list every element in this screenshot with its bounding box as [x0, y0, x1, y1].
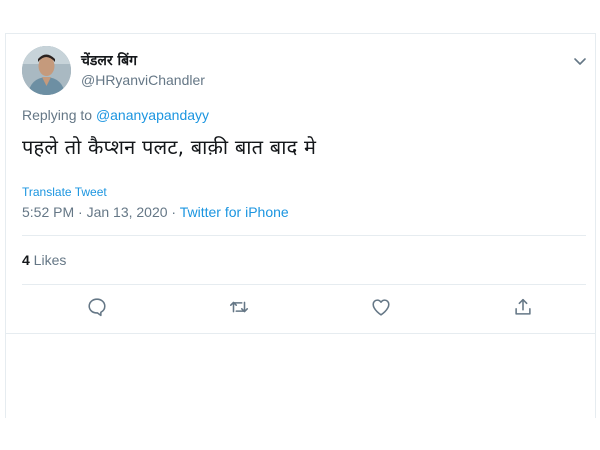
heart-icon[interactable]: [370, 296, 394, 320]
reply-prefix: Replying to: [22, 107, 96, 123]
reply-context: Replying to @ananyapandayy: [22, 107, 209, 123]
reply-to-link[interactable]: @ananyapandayy: [96, 107, 209, 123]
username[interactable]: @HRyanviChandler: [81, 72, 205, 88]
timestamp[interactable]: 5:52 PM · Jan 13, 2020 ·: [22, 204, 180, 220]
avatar-image: [22, 46, 71, 95]
divider: [6, 333, 595, 334]
tweet-metadata: 5:52 PM · Jan 13, 2020 · Twitter for iPh…: [22, 204, 289, 220]
avatar[interactable]: [22, 46, 71, 95]
display-name[interactable]: चेंडलर बिंग: [81, 51, 137, 70]
likes-number: 4: [22, 252, 30, 268]
divider: [22, 235, 586, 236]
source-link[interactable]: Twitter for iPhone: [180, 204, 289, 220]
action-bar: [22, 296, 586, 326]
chevron-down-icon[interactable]: [571, 52, 589, 70]
translate-tweet-link[interactable]: Translate Tweet: [22, 185, 107, 199]
tweet-card: चेंडलर बिंग @HRyanviChandler Replying to…: [5, 33, 596, 418]
likes-count[interactable]: 4 Likes: [22, 252, 66, 268]
tweet-text: पहले तो कैप्शन पलट, बाक़ी बात बाद मे: [22, 135, 317, 159]
reply-icon[interactable]: [86, 296, 110, 320]
divider: [22, 284, 586, 285]
retweet-icon[interactable]: [228, 296, 252, 320]
share-icon[interactable]: [512, 296, 536, 320]
likes-label: Likes: [29, 252, 67, 268]
